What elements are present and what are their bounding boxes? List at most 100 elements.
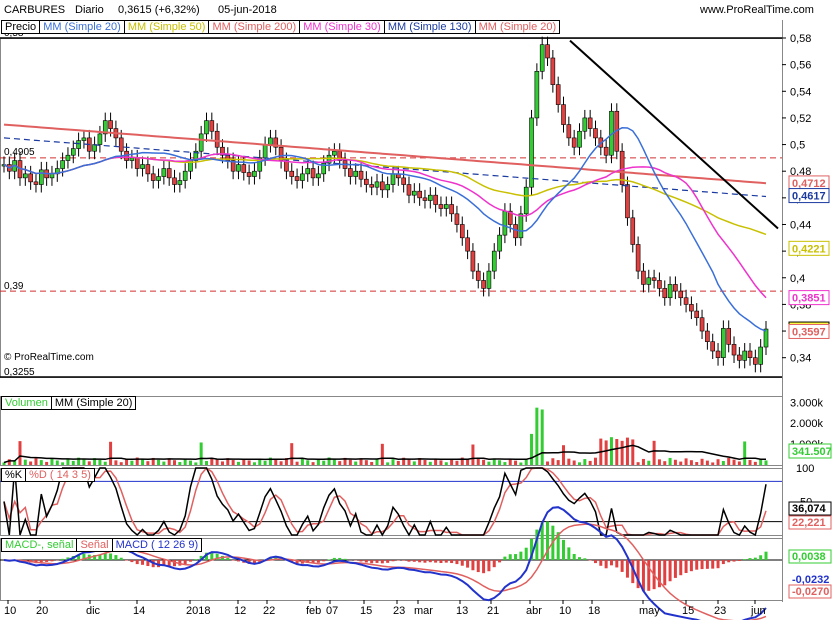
candle-body (172, 177, 177, 185)
x-tick-label: abr (526, 605, 542, 617)
volume-bar (476, 457, 480, 465)
candle-body (699, 317, 705, 332)
candle-body (182, 170, 188, 181)
candle-body (694, 310, 700, 319)
legend-ma20b[interactable]: MM (Simple 20) (475, 20, 561, 34)
volume-bar (546, 461, 550, 465)
macd-hist-bar (45, 560, 49, 562)
macd-hist-bar (695, 560, 699, 570)
candle-body (641, 270, 646, 285)
candle-body (76, 140, 81, 149)
legend-macd-hist[interactable]: MACD-, señal (1, 538, 78, 552)
candle-body (417, 190, 422, 199)
legend-price[interactable]: Precio (1, 20, 41, 34)
macd-hist-bar (428, 560, 432, 563)
macd-hist-bar (450, 560, 454, 564)
volume-bar (50, 458, 54, 465)
macd-hist-bar (135, 560, 139, 565)
candle-body (177, 180, 183, 185)
volume-bar (764, 460, 768, 465)
volume-bar (322, 460, 326, 465)
macd-hist-bar (119, 557, 123, 560)
y-tick-label: 0,56 (790, 60, 811, 72)
candle-body (502, 210, 508, 236)
macd-hist-bar (380, 560, 384, 564)
volume-bar (689, 460, 693, 465)
candle-body (390, 173, 396, 185)
candle-body (571, 137, 577, 148)
volume-bar (471, 444, 475, 465)
stoch-k-line (3, 467, 767, 537)
x-tick-label: may (639, 605, 660, 617)
volume-bar (173, 460, 177, 465)
candle-body (454, 213, 460, 225)
candle-body (23, 173, 28, 179)
macd-hist-bar (700, 560, 704, 570)
candle-body (689, 304, 694, 312)
macd-hist-bar (482, 560, 486, 574)
stoch-tick-label: 100 (796, 463, 814, 475)
macd-hist-bar (721, 560, 725, 565)
candle-body (534, 71, 540, 119)
macd-hist-bar (647, 560, 651, 591)
volume-bar (487, 461, 491, 465)
volume-bar (514, 460, 518, 465)
legend-d[interactable]: %D ( 14 3 5) (26, 468, 95, 482)
macd-hist-bar (476, 560, 480, 573)
candle-body (763, 328, 769, 348)
legend-ma30[interactable]: MM (Simple 30) (300, 20, 385, 34)
volume-bar (657, 459, 661, 465)
volume-bar (524, 459, 528, 465)
macd-hist-bar (620, 560, 624, 572)
macd-hist-bar (125, 560, 129, 561)
volume-bar (615, 439, 619, 465)
candle-body (214, 130, 220, 148)
value-tag-label: 0,3597 (792, 326, 826, 338)
candle-body (561, 104, 566, 125)
legend-volume-ma[interactable]: MM (Simple 20) (51, 396, 137, 410)
volume-bar (332, 459, 336, 465)
volume-bar (439, 460, 443, 465)
x-tick-label: 2018 (186, 605, 210, 617)
candle-body (401, 177, 406, 185)
macd-hist-bar (439, 560, 443, 564)
candle-body (300, 173, 305, 181)
candle-body (651, 277, 657, 281)
volume-bar (338, 461, 342, 465)
volume-bar (220, 461, 224, 465)
macd-hist-bar (39, 560, 43, 563)
macd-hist-bar (572, 553, 576, 560)
candle-body (412, 190, 417, 196)
macd-hist-bar (609, 560, 613, 566)
legend-volume[interactable]: Volumen (1, 396, 52, 410)
legend-k[interactable]: %K (1, 468, 27, 482)
candle-body (348, 168, 353, 177)
candle-body (294, 176, 300, 181)
legend-ma20[interactable]: MM (Simple 20) (40, 20, 125, 34)
legend-ma130[interactable]: MM (Simple 130) (384, 20, 476, 34)
legend-ma50[interactable]: MM (Simple 50) (124, 20, 210, 34)
legend-macd[interactable]: MACD ( 12 26 9) (112, 538, 203, 552)
volume-bar (7, 459, 11, 465)
legend-ma200[interactable]: MM (Simple 200) (209, 20, 301, 34)
candle-body (753, 357, 758, 365)
volume-bar (199, 442, 203, 465)
candle-body (710, 341, 716, 352)
y-tick-label: 0,5 (790, 140, 805, 152)
candle-body (108, 120, 113, 129)
macd-hist-bar (130, 560, 134, 563)
legend-signal[interactable]: Señal (77, 538, 113, 552)
candle-body (555, 84, 561, 105)
volume-bar (274, 459, 278, 465)
candle-body (97, 133, 103, 145)
macd-hist-bar (492, 560, 496, 568)
volume-bar (737, 461, 741, 465)
macd-hist-bar (716, 560, 720, 569)
candle-body (459, 224, 465, 239)
candle-body (438, 204, 444, 209)
macd-hist-bar (583, 558, 587, 560)
volume-bar (519, 462, 523, 465)
macd-hist-bar (402, 560, 406, 561)
volume-bar (652, 440, 656, 465)
candle-body (545, 44, 550, 59)
